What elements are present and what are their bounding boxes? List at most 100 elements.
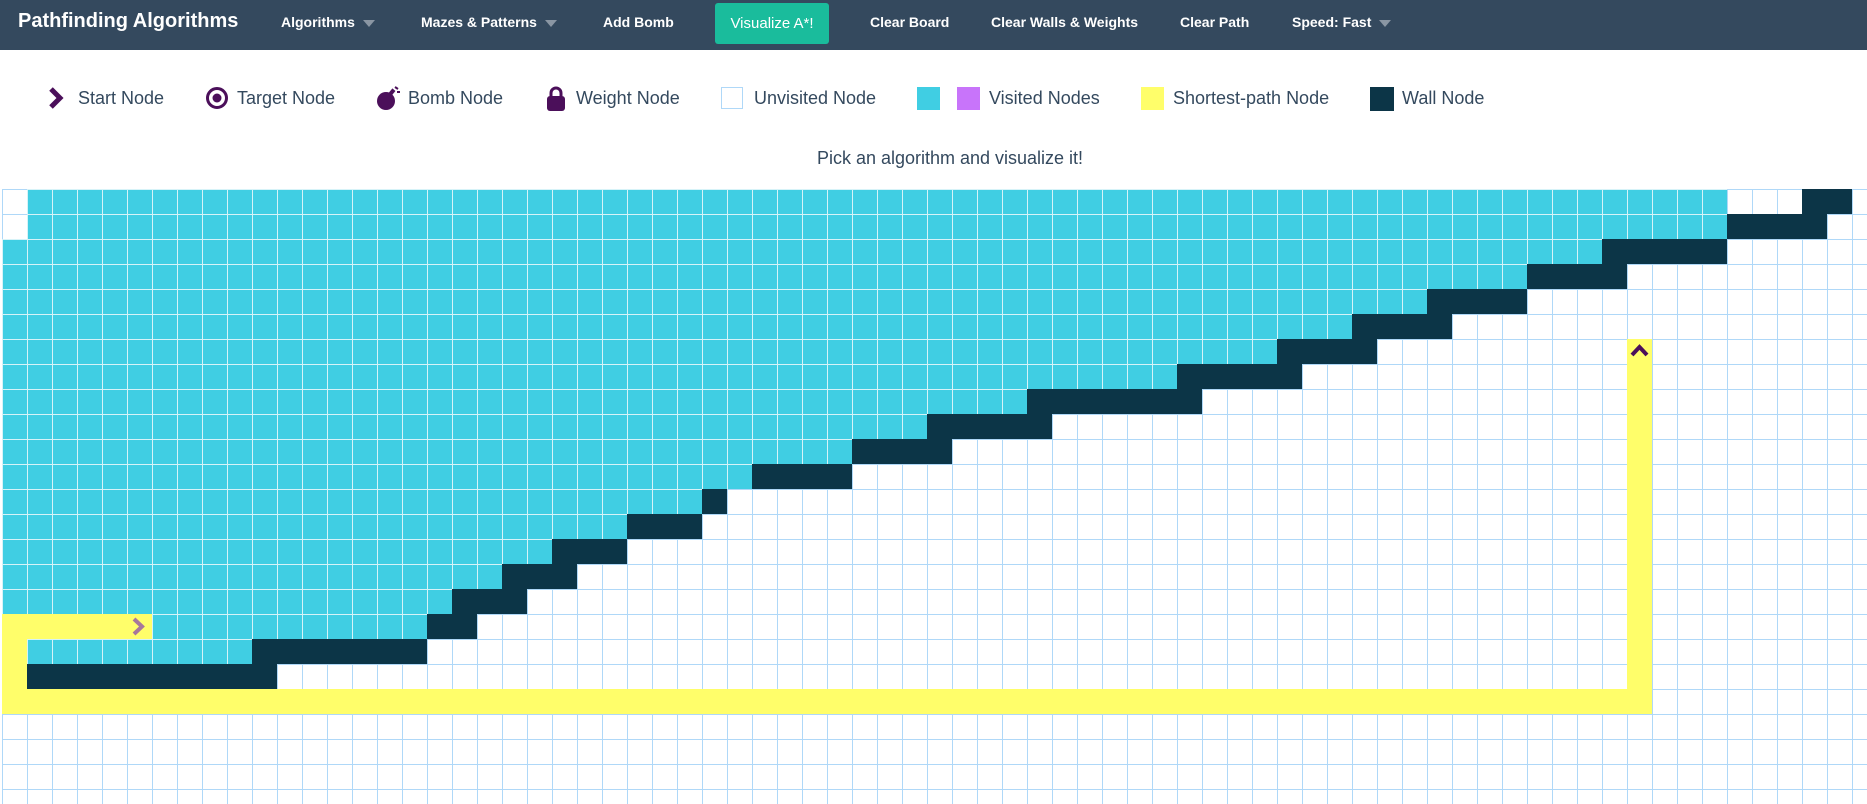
- grid-node-unvisited[interactable]: [428, 665, 453, 690]
- grid-node-visited[interactable]: [1528, 240, 1553, 265]
- grid-node-visited[interactable]: [578, 290, 603, 315]
- grid-node-unvisited[interactable]: [878, 640, 903, 665]
- grid-node-unvisited[interactable]: [1603, 640, 1628, 665]
- grid-node-visited[interactable]: [1453, 240, 1478, 265]
- grid-node-visited[interactable]: [678, 340, 703, 365]
- grid-node-unvisited[interactable]: [1678, 265, 1703, 290]
- grid-node-visited[interactable]: [778, 215, 803, 240]
- grid-node-visited[interactable]: [528, 540, 553, 565]
- grid-node-wall[interactable]: [1278, 340, 1303, 365]
- grid-node-visited[interactable]: [1353, 240, 1378, 265]
- grid-node-path[interactable]: [1628, 565, 1653, 590]
- grid-node-unvisited[interactable]: [1378, 665, 1403, 690]
- grid-node-unvisited[interactable]: [928, 640, 953, 665]
- grid-node-visited[interactable]: [1578, 240, 1603, 265]
- grid-node-unvisited[interactable]: [278, 665, 303, 690]
- grid-node-unvisited[interactable]: [1003, 565, 1028, 590]
- grid-node-unvisited[interactable]: [1828, 315, 1853, 340]
- grid-node-unvisited[interactable]: [653, 565, 678, 590]
- grid-node-unvisited[interactable]: [1028, 515, 1053, 540]
- grid-node-unvisited[interactable]: [1078, 790, 1103, 804]
- grid-node-unvisited[interactable]: [78, 715, 103, 740]
- grid-node-visited[interactable]: [953, 290, 978, 315]
- grid-node-visited[interactable]: [1078, 315, 1103, 340]
- grid-node-visited[interactable]: [53, 465, 78, 490]
- grid-node-visited[interactable]: [603, 415, 628, 440]
- grid-node-visited[interactable]: [578, 265, 603, 290]
- grid-node-visited[interactable]: [378, 440, 403, 465]
- grid-node-visited[interactable]: [453, 365, 478, 390]
- grid-node-unvisited[interactable]: [378, 740, 403, 765]
- grid-node-unvisited[interactable]: [803, 665, 828, 690]
- grid-node-visited[interactable]: [1403, 240, 1428, 265]
- grid-node-visited[interactable]: [403, 465, 428, 490]
- grid-node-visited[interactable]: [428, 490, 453, 515]
- grid-node-visited[interactable]: [1178, 265, 1203, 290]
- grid-node-unvisited[interactable]: [1728, 415, 1753, 440]
- grid-node-unvisited[interactable]: [1378, 490, 1403, 515]
- grid-node-visited[interactable]: [403, 390, 428, 415]
- grid-node-unvisited[interactable]: [728, 640, 753, 665]
- grid-node-visited[interactable]: [203, 490, 228, 515]
- grid-node-unvisited[interactable]: [303, 790, 328, 804]
- grid-node-unvisited[interactable]: [1778, 240, 1803, 265]
- grid-node-unvisited[interactable]: [1503, 415, 1528, 440]
- grid-node-visited[interactable]: [728, 215, 753, 240]
- grid-node-unvisited[interactable]: [1528, 390, 1553, 415]
- grid-node-visited[interactable]: [1053, 215, 1078, 240]
- grid-node-unvisited[interactable]: [3, 790, 28, 804]
- grid-node-unvisited[interactable]: [1853, 440, 1867, 465]
- grid-node-visited[interactable]: [478, 240, 503, 265]
- grid-node-visited[interactable]: [128, 490, 153, 515]
- grid-node-path[interactable]: [1003, 690, 1028, 715]
- grid-node-visited[interactable]: [503, 515, 528, 540]
- grid-node-unvisited[interactable]: [828, 640, 853, 665]
- grid-node-visited[interactable]: [303, 565, 328, 590]
- mazes-dropdown[interactable]: Mazes & Patterns: [421, 14, 557, 30]
- grid-node-unvisited[interactable]: [803, 715, 828, 740]
- grid-node-visited[interactable]: [1128, 265, 1153, 290]
- grid-node-unvisited[interactable]: [1353, 490, 1378, 515]
- grid-node-unvisited[interactable]: [678, 565, 703, 590]
- grid-node-unvisited[interactable]: [403, 790, 428, 804]
- grid-node-unvisited[interactable]: [1478, 640, 1503, 665]
- grid-node-unvisited[interactable]: [1653, 315, 1678, 340]
- grid-node-unvisited[interactable]: [353, 740, 378, 765]
- grid-node-unvisited[interactable]: [553, 715, 578, 740]
- grid-node-unvisited[interactable]: [678, 765, 703, 790]
- grid-node-unvisited[interactable]: [1753, 615, 1778, 640]
- grid-node-unvisited[interactable]: [1278, 615, 1303, 640]
- grid-node-visited[interactable]: [678, 440, 703, 465]
- grid-node-visited[interactable]: [828, 190, 853, 215]
- grid-node-visited[interactable]: [353, 465, 378, 490]
- grid-node-unvisited[interactable]: [828, 565, 853, 590]
- grid-node-visited[interactable]: [603, 190, 628, 215]
- grid-node-wall[interactable]: [753, 465, 778, 490]
- grid-node-unvisited[interactable]: [1678, 640, 1703, 665]
- grid-node-unvisited[interactable]: [1728, 515, 1753, 540]
- grid-node-visited[interactable]: [478, 415, 503, 440]
- grid-node-visited[interactable]: [828, 440, 853, 465]
- grid-node-unvisited[interactable]: [778, 765, 803, 790]
- grid-node-unvisited[interactable]: [628, 565, 653, 590]
- grid-node-unvisited[interactable]: [753, 615, 778, 640]
- grid-node-visited[interactable]: [353, 290, 378, 315]
- grid-node-visited[interactable]: [728, 390, 753, 415]
- grid-node-unvisited[interactable]: [1453, 765, 1478, 790]
- grid-node-visited[interactable]: [428, 340, 453, 365]
- grid-node-unvisited[interactable]: [853, 765, 878, 790]
- grid-node-path[interactable]: [1628, 390, 1653, 415]
- grid-node-unvisited[interactable]: [1253, 765, 1278, 790]
- grid-node-visited[interactable]: [503, 390, 528, 415]
- grid-node-wall[interactable]: [1803, 215, 1828, 240]
- grid-node-unvisited[interactable]: [1453, 440, 1478, 465]
- grid-node-visited[interactable]: [1078, 215, 1103, 240]
- grid-node-visited[interactable]: [478, 190, 503, 215]
- grid-node-visited[interactable]: [403, 340, 428, 365]
- grid-node-unvisited[interactable]: [103, 790, 128, 804]
- grid-node-unvisited[interactable]: [1703, 690, 1728, 715]
- grid-node-unvisited[interactable]: [1803, 565, 1828, 590]
- grid-node-visited[interactable]: [1003, 265, 1028, 290]
- grid-node-unvisited[interactable]: [1028, 465, 1053, 490]
- grid-node-unvisited[interactable]: [1603, 615, 1628, 640]
